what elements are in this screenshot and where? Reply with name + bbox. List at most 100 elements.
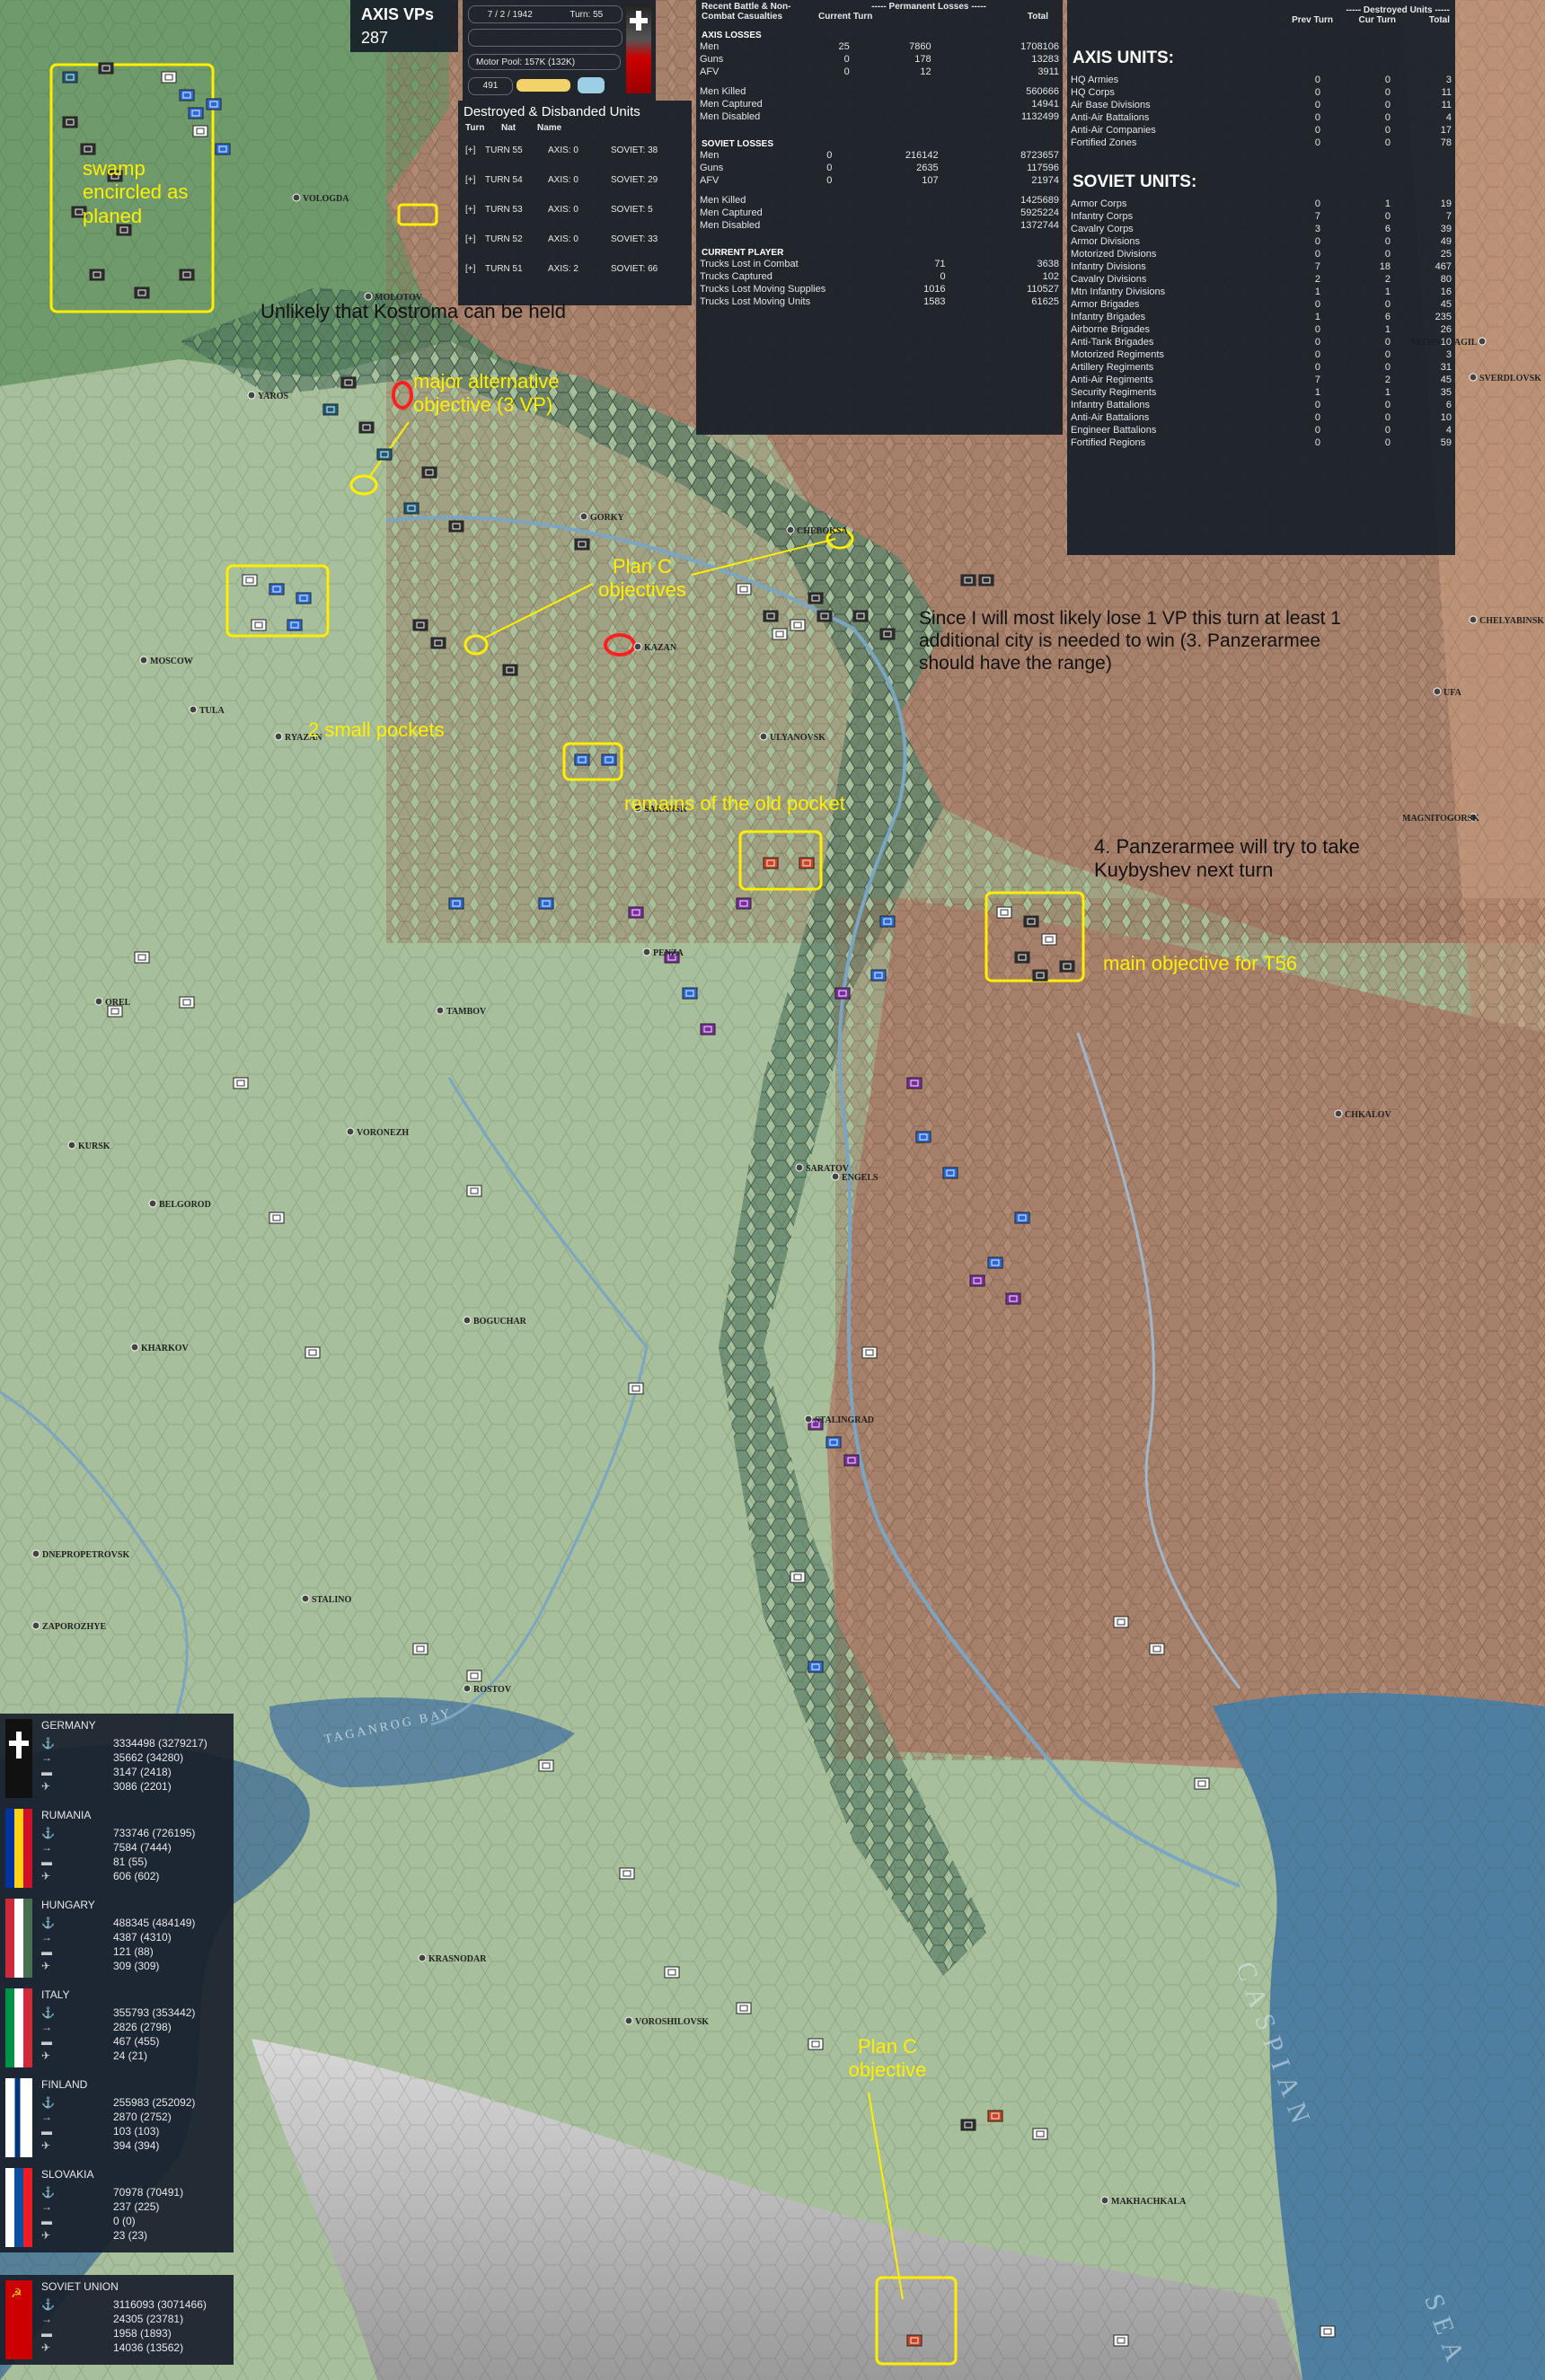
unit-counter[interactable] bbox=[736, 897, 752, 910]
unit-counter[interactable] bbox=[322, 403, 339, 416]
unit-counter[interactable] bbox=[574, 754, 590, 766]
unit-counter[interactable] bbox=[960, 574, 976, 586]
destroyed-row[interactable]: [+] TURN 53 AXIS: 0 SOVIET: 5 bbox=[458, 205, 692, 234]
supply-bar[interactable] bbox=[516, 79, 570, 92]
unit-counter[interactable] bbox=[269, 1212, 285, 1224]
unit-counter[interactable] bbox=[700, 1023, 716, 1036]
unit-counter[interactable] bbox=[969, 1274, 985, 1287]
unit-counter[interactable] bbox=[1041, 933, 1057, 946]
city-dot-icon[interactable] bbox=[189, 705, 198, 714]
city-dot-icon[interactable] bbox=[759, 732, 768, 741]
unit-counter[interactable] bbox=[62, 116, 78, 128]
city-dot-icon[interactable] bbox=[1334, 1109, 1343, 1118]
unit-counter[interactable] bbox=[376, 448, 393, 461]
unit-counter[interactable] bbox=[161, 71, 177, 84]
unit-counter[interactable] bbox=[628, 906, 644, 919]
city-dot-icon[interactable] bbox=[31, 1621, 40, 1630]
unit-counter[interactable] bbox=[978, 574, 994, 586]
unit-counter[interactable] bbox=[879, 915, 896, 928]
unit-counter[interactable] bbox=[843, 1454, 860, 1467]
unit-counter[interactable] bbox=[825, 1436, 842, 1449]
city-dot-icon[interactable] bbox=[94, 997, 103, 1006]
city-dot-icon[interactable] bbox=[786, 525, 795, 534]
unit-counter[interactable] bbox=[98, 62, 114, 75]
unit-counter[interactable] bbox=[1005, 1292, 1021, 1305]
unit-counter[interactable] bbox=[942, 1167, 958, 1179]
unit-counter[interactable] bbox=[870, 969, 887, 982]
unit-counter[interactable] bbox=[1320, 2325, 1336, 2338]
unit-counter[interactable] bbox=[790, 1571, 806, 1583]
unit-counter[interactable] bbox=[664, 1966, 680, 1979]
unit-counter[interactable] bbox=[1014, 951, 1030, 964]
unit-counter[interactable] bbox=[188, 107, 204, 119]
unit-counter[interactable] bbox=[134, 286, 150, 299]
unit-counter[interactable] bbox=[421, 466, 437, 479]
unit-counter[interactable] bbox=[808, 2038, 824, 2050]
city-dot-icon[interactable] bbox=[804, 1415, 813, 1424]
city-dot-icon[interactable] bbox=[1100, 2196, 1109, 2205]
city-dot-icon[interactable] bbox=[795, 1163, 804, 1172]
unit-counter[interactable] bbox=[179, 89, 195, 101]
unit-counter[interactable] bbox=[412, 1643, 428, 1655]
unit-counter[interactable] bbox=[215, 143, 231, 155]
city-dot-icon[interactable] bbox=[1433, 687, 1442, 696]
city-dot-icon[interactable] bbox=[364, 292, 373, 301]
unit-counter[interactable] bbox=[574, 538, 590, 551]
unit-counter[interactable] bbox=[799, 857, 815, 869]
unit-counter[interactable] bbox=[296, 592, 312, 604]
city-dot-icon[interactable] bbox=[642, 948, 651, 956]
unit-counter[interactable] bbox=[790, 619, 806, 631]
unit-counter[interactable] bbox=[852, 610, 869, 622]
unit-counter[interactable] bbox=[538, 1759, 554, 1772]
info-button[interactable] bbox=[578, 77, 605, 93]
city-dot-icon[interactable] bbox=[274, 732, 283, 741]
unit-counter[interactable] bbox=[1149, 1643, 1165, 1655]
unit-counter[interactable] bbox=[619, 1867, 635, 1880]
unit-counter[interactable] bbox=[448, 520, 464, 533]
unit-counter[interactable] bbox=[1023, 915, 1039, 928]
city-dot-icon[interactable] bbox=[633, 642, 642, 651]
unit-counter[interactable] bbox=[233, 1077, 249, 1089]
city-dot-icon[interactable] bbox=[418, 1953, 427, 1962]
unit-counter[interactable] bbox=[1059, 960, 1075, 973]
destroyed-row[interactable]: [+] TURN 54 AXIS: 0 SOVIET: 29 bbox=[458, 175, 692, 205]
destroyed-row[interactable]: [+] TURN 51 AXIS: 2 SOVIET: 66 bbox=[458, 264, 692, 294]
unit-counter[interactable] bbox=[987, 1256, 1003, 1269]
city-dot-icon[interactable] bbox=[436, 1006, 445, 1015]
unit-counter[interactable] bbox=[817, 610, 833, 622]
unit-counter[interactable] bbox=[89, 269, 105, 281]
unit-counter[interactable] bbox=[502, 664, 518, 676]
unit-counter[interactable] bbox=[242, 574, 258, 586]
unit-counter[interactable] bbox=[763, 610, 779, 622]
city-dot-icon[interactable] bbox=[139, 656, 148, 665]
unit-counter[interactable] bbox=[430, 637, 446, 649]
unit-counter[interactable] bbox=[192, 125, 208, 137]
city-dot-icon[interactable] bbox=[292, 193, 301, 202]
expand-toggle[interactable]: [+] bbox=[465, 234, 485, 244]
unit-counter[interactable] bbox=[1032, 969, 1048, 982]
unit-counter[interactable] bbox=[358, 421, 375, 434]
expand-toggle[interactable]: [+] bbox=[465, 205, 485, 215]
unit-counter[interactable] bbox=[808, 592, 824, 604]
unit-counter[interactable] bbox=[448, 897, 464, 910]
unit-counter[interactable] bbox=[906, 2334, 923, 2347]
unit-counter[interactable] bbox=[1113, 2334, 1129, 2347]
expand-toggle[interactable]: [+] bbox=[465, 145, 485, 155]
expand-toggle[interactable]: [+] bbox=[465, 264, 485, 274]
unit-counter[interactable] bbox=[682, 987, 698, 1000]
city-dot-icon[interactable] bbox=[1469, 373, 1478, 382]
city-dot-icon[interactable] bbox=[31, 1549, 40, 1558]
unit-counter[interactable] bbox=[206, 98, 222, 110]
city-dot-icon[interactable] bbox=[148, 1199, 157, 1208]
unit-counter[interactable] bbox=[1194, 1777, 1210, 1790]
unit-counter[interactable] bbox=[538, 897, 554, 910]
unit-counter[interactable] bbox=[601, 754, 617, 766]
unit-counter[interactable] bbox=[772, 628, 788, 640]
unit-counter[interactable] bbox=[62, 71, 78, 84]
unit-counter[interactable] bbox=[736, 583, 752, 595]
city-dot-icon[interactable] bbox=[624, 2016, 633, 2025]
destroyed-row[interactable]: [+] TURN 52 AXIS: 0 SOVIET: 33 bbox=[458, 234, 692, 264]
city-dot-icon[interactable] bbox=[463, 1316, 472, 1325]
city-dot-icon[interactable] bbox=[1469, 615, 1478, 624]
unit-counter[interactable] bbox=[80, 143, 96, 155]
